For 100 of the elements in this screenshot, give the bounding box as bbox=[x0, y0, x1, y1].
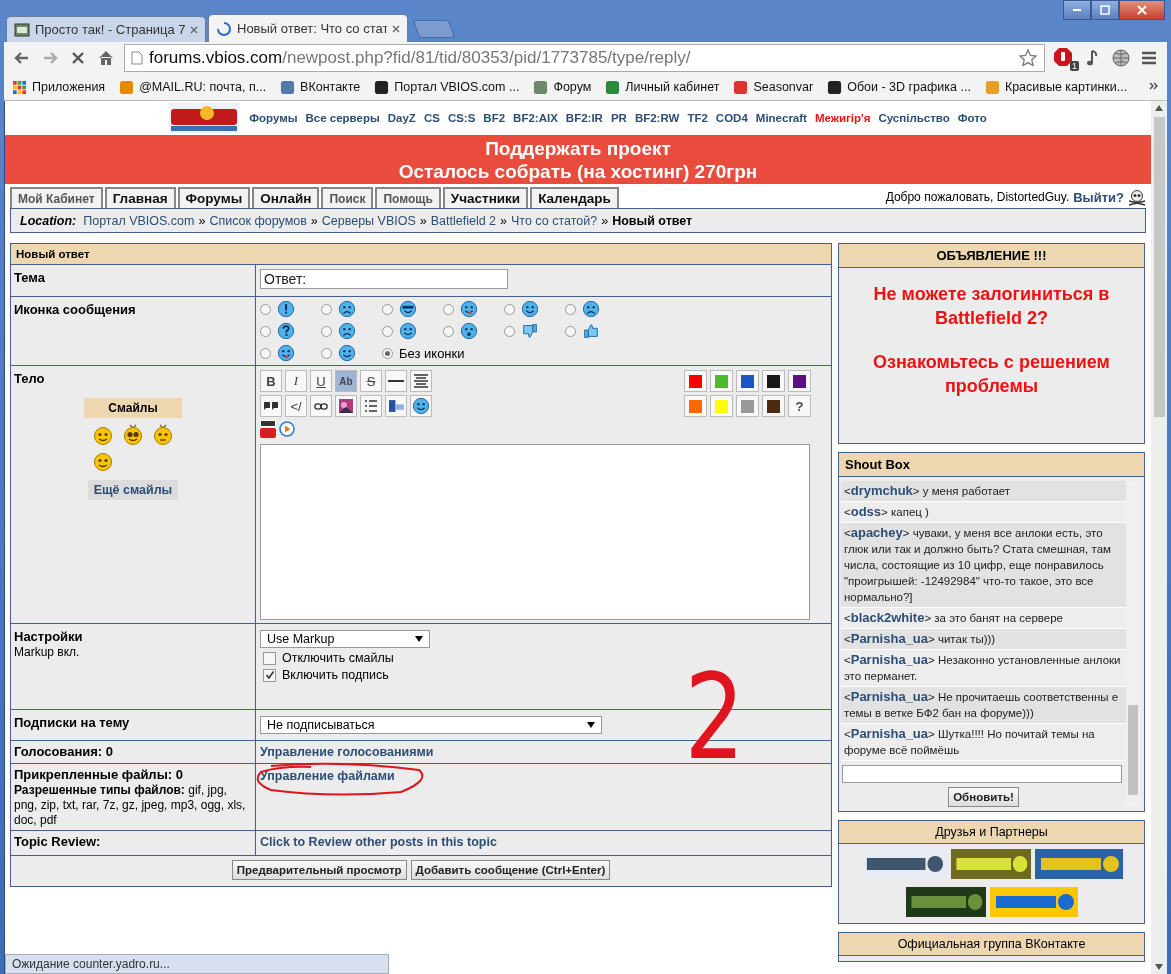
nav-tab[interactable]: Помощь bbox=[375, 187, 441, 208]
bookmark[interactable]: ВКонтакте bbox=[280, 79, 361, 95]
browser-tab[interactable]: Просто так! - Страница 7 bbox=[6, 16, 206, 42]
color-button[interactable] bbox=[762, 395, 785, 417]
checkbox[interactable] bbox=[263, 651, 276, 665]
color-button[interactable] bbox=[788, 370, 811, 392]
code-button[interactable]: </ bbox=[285, 395, 307, 417]
color-button[interactable] bbox=[736, 395, 759, 417]
scrollbar-thumb[interactable] bbox=[1153, 117, 1165, 417]
nav-link[interactable]: BF2:RW bbox=[634, 112, 680, 124]
scroll-down-icon[interactable] bbox=[1155, 964, 1163, 970]
nav-link[interactable]: TF2 bbox=[687, 112, 708, 124]
radio-button[interactable] bbox=[504, 303, 515, 315]
nav-link[interactable]: COD4 bbox=[715, 112, 748, 124]
subscription-dropdown[interactable]: Не подписываться bbox=[260, 716, 602, 734]
radio-button[interactable] bbox=[382, 347, 393, 359]
maximize-button[interactable] bbox=[1091, 0, 1119, 20]
scroll-up-icon[interactable] bbox=[1155, 105, 1163, 111]
refresh-button[interactable]: Обновить! bbox=[948, 787, 1019, 807]
message-input[interactable] bbox=[842, 765, 1122, 783]
message-field[interactable] bbox=[260, 444, 810, 620]
radio-button[interactable] bbox=[504, 325, 515, 337]
close-icon[interactable] bbox=[190, 25, 198, 34]
form-button[interactable]: Добавить сообщение (Ctrl+Enter) bbox=[410, 860, 611, 880]
breadcrumb-link[interactable]: Серверы VBIOS bbox=[321, 213, 416, 228]
nav-tab[interactable]: Календарь bbox=[530, 187, 619, 208]
radio-button[interactable] bbox=[382, 325, 393, 337]
more-bookmarks-icon[interactable] bbox=[1149, 81, 1159, 91]
smiley-icon[interactable] bbox=[151, 422, 175, 446]
nav-tab[interactable]: Онлайн bbox=[252, 187, 320, 208]
strike-button[interactable]: S bbox=[360, 370, 382, 392]
nav-link[interactable]: CS:S bbox=[447, 112, 476, 124]
bookmark[interactable]: Seasonvar bbox=[733, 79, 814, 95]
italic-button[interactable]: I bbox=[285, 370, 307, 392]
play-icon[interactable] bbox=[279, 420, 295, 438]
hr-button[interactable] bbox=[385, 370, 407, 392]
highlight-button[interactable]: Ab bbox=[335, 370, 357, 392]
scrollbar[interactable] bbox=[1126, 481, 1140, 807]
font-button[interactable] bbox=[385, 395, 407, 417]
nav-tab[interactable]: Участники bbox=[442, 187, 529, 208]
close-icon[interactable] bbox=[392, 24, 400, 33]
donation-banner[interactable]: Поддержать проект Осталось собрать (на хостинг) 270грн bbox=[5, 135, 1151, 184]
radio-button[interactable] bbox=[321, 325, 332, 337]
nav-tab[interactable]: Мой Кабинет bbox=[10, 187, 103, 208]
bookmark[interactable]: Красивые картинки... bbox=[984, 79, 1128, 95]
announcement-text[interactable]: Ознакомьтесь с решением проблемы bbox=[859, 350, 1124, 398]
image-button[interactable] bbox=[335, 395, 357, 417]
form-button[interactable]: Предварительный просмотр bbox=[231, 860, 407, 880]
help-button[interactable]: ? bbox=[788, 395, 811, 417]
subject-field[interactable]: Ответ: bbox=[260, 269, 508, 289]
globe-icon[interactable] bbox=[1111, 48, 1131, 68]
nav-link[interactable]: Фото bbox=[957, 112, 987, 124]
star-icon[interactable] bbox=[1018, 48, 1038, 68]
nav-link[interactable]: CS bbox=[423, 112, 440, 124]
nav-link[interactable]: DayZ bbox=[387, 112, 416, 124]
smiley-icon[interactable] bbox=[121, 422, 145, 446]
breadcrumb-link[interactable]: Портал VBIOS.com bbox=[83, 213, 195, 228]
nav-link[interactable]: Все серверы bbox=[305, 112, 380, 124]
bookmark[interactable]: Форум bbox=[533, 79, 592, 95]
nav-tab[interactable]: Главная bbox=[104, 187, 176, 208]
color-button[interactable] bbox=[710, 370, 733, 392]
radio-button[interactable] bbox=[260, 303, 271, 315]
breadcrumb-link[interactable]: Что со статой? bbox=[511, 213, 598, 228]
bookmark[interactable]: @MAIL.RU: почта, п... bbox=[119, 79, 267, 95]
align-button[interactable] bbox=[410, 370, 432, 392]
announcement-text[interactable]: Не можете залогиниться в Battlefield 2? bbox=[859, 282, 1124, 330]
radio-button[interactable] bbox=[382, 303, 393, 315]
markup-dropdown[interactable]: Use Markup bbox=[260, 630, 430, 648]
files-link[interactable]: Управление файлами bbox=[260, 769, 395, 783]
link-button[interactable] bbox=[310, 395, 332, 417]
polls-link[interactable]: Управление голосованиями bbox=[260, 745, 434, 759]
nav-link[interactable]: BF2:AIX bbox=[513, 112, 558, 124]
smiley-button[interactable] bbox=[410, 395, 432, 417]
nav-link[interactable]: PR bbox=[610, 112, 627, 124]
more-smilies-button[interactable]: Ещё смайлы bbox=[87, 480, 179, 500]
underline-button[interactable]: U bbox=[310, 370, 332, 392]
bookmark[interactable]: Портал VBIOS.com ... bbox=[374, 79, 520, 95]
color-button[interactable] bbox=[762, 370, 785, 392]
checkbox[interactable] bbox=[263, 668, 276, 682]
nav-tab[interactable]: Поиск bbox=[321, 187, 374, 208]
address-bar[interactable]: forums.vbios.com/newpost.php?fid/81/tid/80353/pid/1773785/type/reply/ bbox=[124, 44, 1045, 72]
nav-link[interactable]: Minecraft bbox=[755, 112, 807, 124]
nav-link[interactable]: BF2:IR bbox=[565, 112, 603, 124]
radio-button[interactable] bbox=[260, 347, 271, 359]
close-button[interactable] bbox=[1119, 0, 1165, 20]
radio-button[interactable] bbox=[260, 325, 271, 337]
bold-button[interactable]: B bbox=[260, 370, 282, 392]
radio-button[interactable] bbox=[565, 303, 576, 315]
breadcrumb-link[interactable]: Battlefield 2 bbox=[430, 213, 497, 228]
nav-tab[interactable]: Форумы bbox=[177, 187, 251, 208]
radio-button[interactable] bbox=[565, 325, 576, 337]
radio-button[interactable] bbox=[321, 347, 332, 359]
color-button[interactable] bbox=[710, 395, 733, 417]
bookmark[interactable]: Приложения bbox=[12, 79, 106, 95]
nav-link[interactable]: Форумы bbox=[249, 112, 298, 124]
bookmark[interactable]: Обои - 3D графика ... bbox=[827, 79, 971, 95]
color-button[interactable] bbox=[684, 395, 707, 417]
color-button[interactable] bbox=[736, 370, 759, 392]
nav-link[interactable]: Суспільство bbox=[878, 112, 950, 124]
nav-link[interactable]: Межигір'я bbox=[814, 112, 871, 124]
